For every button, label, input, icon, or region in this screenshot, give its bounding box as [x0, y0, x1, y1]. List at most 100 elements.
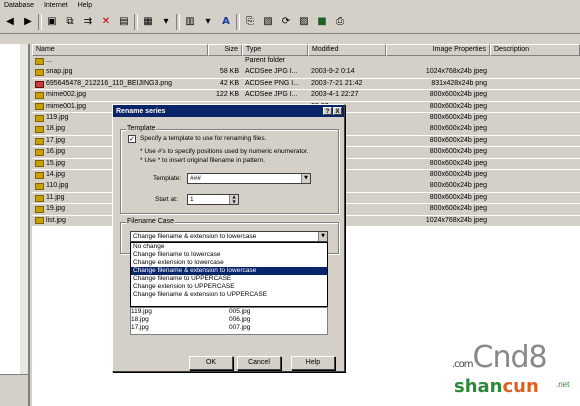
toolbar-separator: [176, 13, 180, 30]
file-props-cell: 1024x768x24b jpeg: [425, 216, 487, 224]
preview-old-name: 18.jpg: [131, 316, 149, 323]
filter-icon[interactable]: ▥: [182, 14, 198, 30]
help-button[interactable]: Help: [291, 356, 335, 370]
file-description-cell: [490, 193, 580, 204]
file-description-cell: [490, 136, 580, 147]
image-file-icon: [35, 91, 44, 99]
watermark-tld: .net: [556, 380, 570, 389]
file-modified-cell: 2003-9-2 0:14: [311, 68, 355, 76]
image-edit-icon[interactable]: ▧: [260, 14, 276, 30]
toolbar-separator: [236, 13, 240, 30]
file-description-cell: [490, 90, 580, 101]
wallpaper-icon[interactable]: ■: [314, 14, 330, 30]
col-size[interactable]: Size: [208, 44, 242, 56]
file-name-cell: ...: [32, 56, 208, 67]
file-props-cell: 800x600x24b jpeg: [429, 114, 487, 121]
table-row[interactable]: mime002.jpg 122 KB ACDSee JPG I... 2003-4-1…: [32, 90, 580, 101]
file-description-cell: [490, 56, 580, 67]
start-at-spinner[interactable]: 1 ▲ ▼: [187, 194, 239, 205]
file-type-cell: Parent folder: [245, 57, 286, 64]
close-icon[interactable]: X: [333, 107, 342, 115]
forward-icon[interactable]: ▶: [20, 14, 36, 30]
image-file-icon: [35, 126, 44, 134]
preview-row[interactable]: 18.jpg 006.jpg: [131, 316, 327, 324]
table-row[interactable]: snap.jpg 58 KB ACDSee JPG I... 2003-9-2 0:1…: [32, 67, 580, 78]
view-mode-icon[interactable]: ▦: [140, 14, 156, 30]
acdsee-logo-icon[interactable]: A: [218, 14, 234, 30]
folder-tree-pane[interactable]: [0, 44, 30, 406]
specify-template-checkbox[interactable]: ✓: [128, 135, 136, 143]
rotate-icon[interactable]: ⟳: [278, 14, 294, 30]
image-file-icon: [35, 194, 44, 202]
chevron-down-icon[interactable]: ▼: [318, 232, 327, 241]
file-description-cell: [490, 102, 580, 113]
rename-preview-list[interactable]: 119.jpg 005.jpg 18.jpg 006.jpg 17.jpg 007.jpg: [130, 307, 328, 335]
delete-icon[interactable]: ✕: [98, 14, 114, 30]
preview-new-name: 006.jpg: [229, 316, 251, 323]
file-props-cell: 800x600x24b jpeg: [429, 102, 487, 110]
file-name-text: 18.jpg: [46, 125, 66, 133]
menu-internet[interactable]: Internet: [44, 2, 68, 9]
image-file-icon: [35, 217, 44, 225]
file-modified-cell: [308, 56, 386, 67]
preview-row[interactable]: 119.jpg 005.jpg: [131, 308, 327, 316]
file-name-cell: snap.jpg: [32, 67, 208, 78]
preview-pane: [0, 374, 28, 406]
sort-icon[interactable]: ▾: [200, 14, 216, 30]
file-description-cell: [490, 79, 580, 90]
cancel-button[interactable]: Cancel: [237, 356, 281, 370]
preview-row[interactable]: 17.jpg 007.jpg: [131, 324, 327, 332]
toolbar: ◀ ▶ ▣ ⧉ ⇉ ✕ ▤ ▦ ▾ ▥ ▾ A ⎘ ▧ ⟳ ▨ ■ ⎙: [0, 10, 580, 34]
file-size-cell: 42 KB: [219, 79, 239, 87]
file-list-header: Name Size Type Modified Image Properties…: [32, 44, 580, 56]
file-description-cell: [490, 124, 580, 135]
case-option[interactable]: Change filename & extension to UPPERCASE: [131, 291, 327, 299]
template-combo[interactable]: ### ▼: [187, 173, 311, 184]
spin-arrows-icon[interactable]: ▲ ▼: [229, 194, 238, 204]
col-name[interactable]: Name: [32, 44, 208, 56]
folder-up-icon[interactable]: ▣: [44, 14, 60, 30]
file-props-cell: 800x600x24b jpeg: [429, 159, 487, 167]
image-file-icon: [35, 160, 44, 168]
case-option[interactable]: Change filename & extension to lowercase: [131, 267, 327, 275]
ok-button[interactable]: OK: [189, 356, 233, 370]
table-row[interactable]: ... Parent folder: [32, 56, 580, 67]
table-row[interactable]: 695645478_212216_110_BEIJING3.png 42 KB AC…: [32, 78, 580, 90]
toolbar-separator: [134, 13, 138, 30]
filename-case-dropdown[interactable]: No change Change filename to lowercase Cha…: [130, 242, 328, 307]
file-name-text: ...: [46, 57, 52, 64]
file-props-cell: 800x600x24b jpeg: [429, 182, 487, 190]
print-icon[interactable]: ⎙: [332, 14, 348, 30]
properties-icon[interactable]: ▤: [116, 14, 132, 30]
copy-icon[interactable]: ⧉: [62, 14, 78, 30]
image-file-icon: [35, 183, 44, 191]
preview-old-name: 17.jpg: [131, 324, 149, 331]
folder-tree-scrollbar[interactable]: [20, 44, 28, 406]
filename-case-combo[interactable]: Change filename & extension to lowercase…: [130, 231, 328, 242]
start-at-label: Start at:: [155, 196, 178, 203]
case-option[interactable]: Change extension to UPPERCASE: [131, 283, 327, 291]
rename-icon[interactable]: ⎘: [242, 14, 258, 30]
dialog-title: Rename series: [116, 107, 166, 115]
case-option[interactable]: Change extension to lowercase: [131, 259, 327, 267]
col-type[interactable]: Type: [242, 44, 308, 56]
move-icon[interactable]: ⇉: [80, 14, 96, 30]
case-option[interactable]: Change filename to UPPERCASE: [131, 275, 327, 283]
case-option[interactable]: No change: [131, 243, 327, 251]
back-icon[interactable]: ◀: [2, 14, 18, 30]
col-description[interactable]: Description: [490, 44, 580, 56]
preview-old-name: 119.jpg: [131, 308, 152, 315]
convert-icon[interactable]: ▨: [296, 14, 312, 30]
menu-database[interactable]: Database: [4, 2, 34, 9]
help-icon[interactable]: ?: [323, 107, 332, 115]
file-name-text: 110.jpg: [46, 182, 69, 190]
file-size-cell: 122 KB: [216, 91, 239, 99]
menu-help[interactable]: Help: [78, 2, 92, 9]
file-props-cell: 800x600x24b jpeg: [429, 91, 487, 99]
col-modified[interactable]: Modified: [308, 44, 386, 56]
col-image-properties[interactable]: Image Properties: [386, 44, 490, 56]
specify-template-label: Specify a template to use for renaming f…: [140, 135, 267, 142]
view-dropdown-icon[interactable]: ▾: [158, 14, 174, 30]
case-option[interactable]: Change filename to lowercase: [131, 251, 327, 259]
chevron-down-icon[interactable]: ▼: [301, 174, 310, 183]
